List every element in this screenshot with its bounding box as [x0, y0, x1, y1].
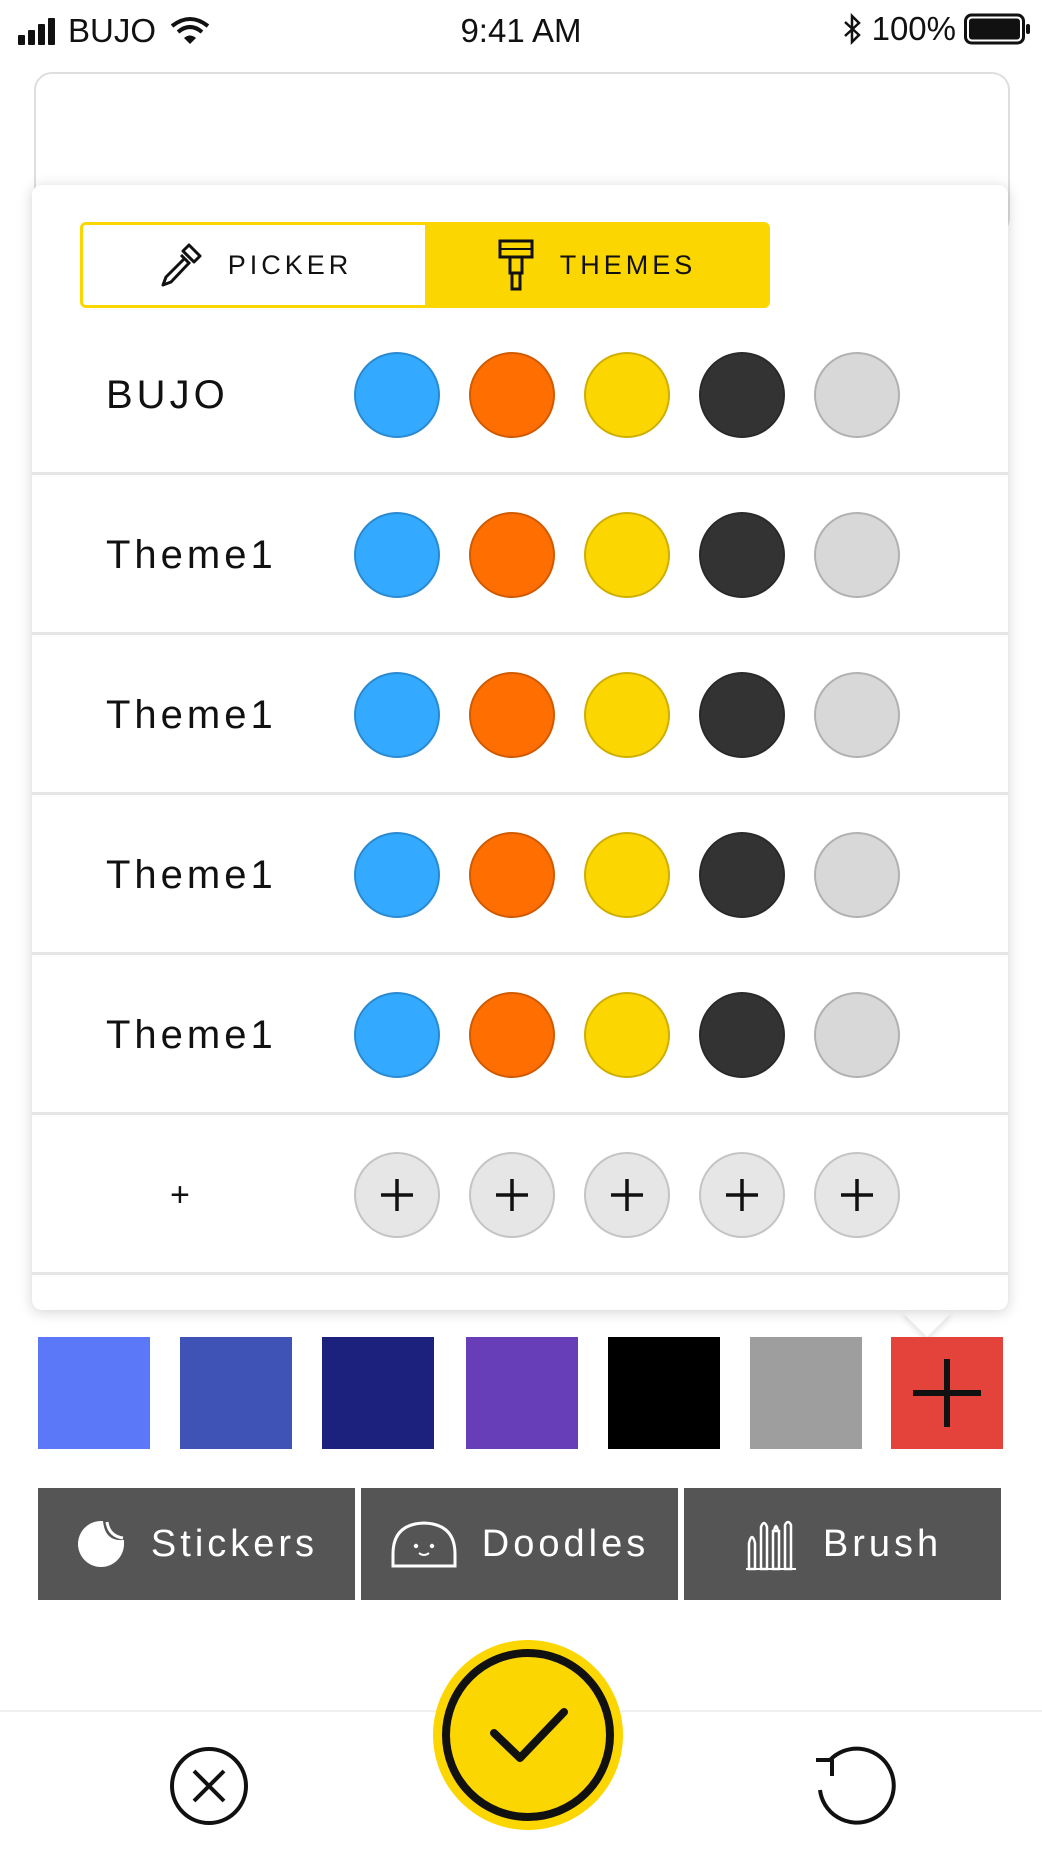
theme-color-swatch[interactable]	[699, 832, 785, 918]
theme-color-swatch[interactable]	[699, 512, 785, 598]
theme-color-swatch[interactable]	[814, 512, 900, 598]
theme-color-swatch[interactable]	[469, 352, 555, 438]
theme-name: Theme1	[106, 693, 277, 737]
theme-color-swatch[interactable]	[469, 832, 555, 918]
theme-color-swatch[interactable]	[814, 992, 900, 1078]
palette-color[interactable]	[466, 1337, 578, 1449]
plus-icon	[913, 1359, 981, 1427]
theme-row[interactable]: Theme1	[32, 955, 1008, 1115]
palette-color[interactable]	[750, 1337, 862, 1449]
theme-name: BUJO	[106, 373, 229, 417]
brushes-icon	[745, 1520, 796, 1571]
theme-color-swatch[interactable]	[354, 672, 440, 758]
confirm-button[interactable]	[433, 1640, 623, 1830]
add-theme-label: +	[170, 1176, 194, 1214]
picker-tab[interactable]: PICKER	[83, 225, 425, 305]
palette-color[interactable]	[180, 1337, 292, 1449]
palette-color[interactable]	[322, 1337, 434, 1449]
theme-color-swatch[interactable]	[584, 512, 670, 598]
theme-color-swatch[interactable]	[814, 832, 900, 918]
plus-icon	[496, 1179, 528, 1211]
plus-icon	[381, 1179, 413, 1211]
theme-color-swatch[interactable]	[699, 672, 785, 758]
bluetooth-icon	[843, 13, 861, 45]
undo-icon[interactable]	[808, 1740, 900, 1832]
theme-color-swatch[interactable]	[584, 992, 670, 1078]
theme-color-swatch[interactable]	[584, 352, 670, 438]
theme-color-swatch[interactable]	[699, 352, 785, 438]
theme-row[interactable]: BUJO	[32, 315, 1008, 475]
theme-row[interactable]: Theme1	[32, 635, 1008, 795]
theme-name: Theme1	[106, 1013, 277, 1057]
theme-color-swatch[interactable]	[814, 352, 900, 438]
theme-name: Theme1	[106, 533, 277, 577]
tool-tab-doodles[interactable]: Doodles	[361, 1488, 678, 1600]
theme-color-swatch[interactable]	[584, 832, 670, 918]
themes-tab[interactable]: THEMES	[425, 225, 767, 305]
picker-tab-label: PICKER	[227, 249, 353, 280]
picker-themes-segment: PICKER THEMES	[80, 222, 770, 308]
theme-color-swatch[interactable]	[814, 672, 900, 758]
battery-percent: 100%	[871, 10, 956, 47]
tool-tab-stickers[interactable]: Stickers	[38, 1488, 355, 1600]
theme-color-swatch[interactable]	[584, 672, 670, 758]
add-theme-row[interactable]: +	[32, 1115, 1008, 1275]
theme-color-swatch[interactable]	[699, 992, 785, 1078]
eyedropper-icon	[161, 243, 202, 287]
palette-color[interactable]	[38, 1337, 150, 1449]
theme-color-swatch[interactable]	[469, 992, 555, 1078]
sticker-icon	[77, 1521, 124, 1567]
theme-row[interactable]: Theme1	[32, 475, 1008, 635]
status-bar: BUJO 9:41 AM 100%	[0, 0, 1042, 60]
add-color-swatch-button[interactable]	[469, 1152, 555, 1238]
palette-color[interactable]	[608, 1337, 720, 1449]
themes-tab-label: THEMES	[559, 249, 697, 280]
tool-tab-label: Brush	[822, 1522, 943, 1565]
checkmark-icon	[442, 1649, 614, 1821]
plus-icon	[841, 1179, 873, 1211]
tool-tab-label: Doodles	[481, 1522, 650, 1565]
tool-tab-brush[interactable]: Brush	[684, 1488, 1001, 1600]
theme-popover: PICKER THEMES BUJO Theme1 Theme1 Theme1 Them…	[32, 185, 1008, 1310]
theme-color-swatch[interactable]	[469, 672, 555, 758]
plus-icon	[611, 1179, 643, 1211]
theme-color-swatch[interactable]	[469, 512, 555, 598]
theme-name: Theme1	[106, 853, 277, 897]
theme-row[interactable]: Theme1	[32, 795, 1008, 955]
add-color-swatch-button[interactable]	[814, 1152, 900, 1238]
add-color-swatch-button[interactable]	[699, 1152, 785, 1238]
close-circle-icon[interactable]	[168, 1745, 250, 1827]
add-color-swatch-button[interactable]	[354, 1152, 440, 1238]
theme-color-swatch[interactable]	[354, 992, 440, 1078]
paint-roller-icon	[498, 239, 534, 291]
tool-tab-label: Stickers	[150, 1522, 319, 1565]
add-color-swatch-button[interactable]	[584, 1152, 670, 1238]
add-color-button[interactable]	[891, 1337, 1003, 1449]
theme-color-swatch[interactable]	[354, 832, 440, 918]
theme-color-swatch[interactable]	[354, 352, 440, 438]
battery-icon	[964, 13, 1030, 45]
theme-color-swatch[interactable]	[354, 512, 440, 598]
doodle-face-icon	[391, 1521, 457, 1568]
plus-icon	[726, 1179, 758, 1211]
